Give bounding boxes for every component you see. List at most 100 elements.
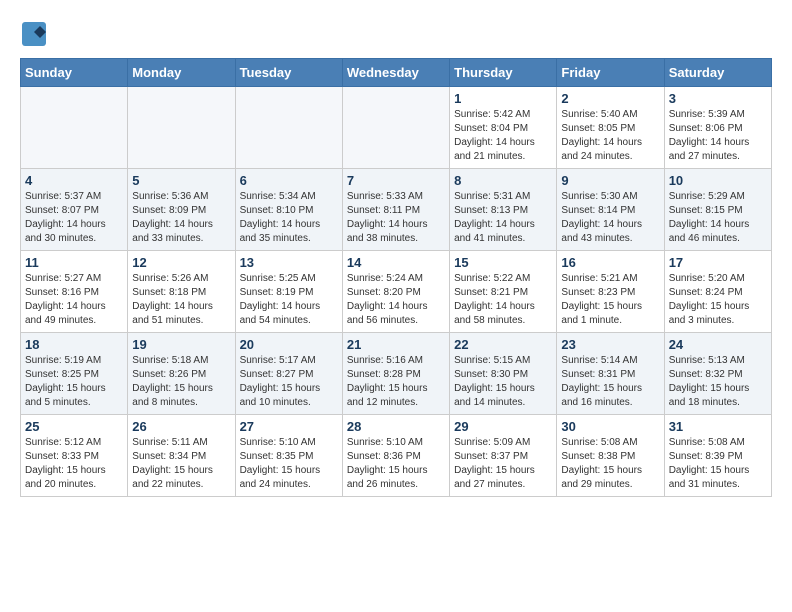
calendar-day-cell: 12 Sunrise: 5:26 AM Sunset: 8:18 PM Dayli… xyxy=(128,251,235,333)
day-info: Sunrise: 5:08 AM Sunset: 8:39 PM Dayligh… xyxy=(669,436,767,492)
day-info: Sunrise: 5:21 AM Sunset: 8:23 PM Dayligh… xyxy=(561,272,659,328)
calendar-day-cell: 20 Sunrise: 5:17 AM Sunset: 8:27 PM Dayli… xyxy=(235,333,342,415)
calendar-day-cell xyxy=(342,87,449,169)
day-info: Sunrise: 5:17 AM Sunset: 8:27 PM Dayligh… xyxy=(240,354,338,410)
calendar-day-cell xyxy=(235,87,342,169)
calendar-day-cell: 24Sunrise: 5:13 AM Sunset: 8:32 PM Dayli… xyxy=(664,333,771,415)
day-number: 19 xyxy=(132,337,230,352)
calendar-day-cell: 17 Sunrise: 5:20 AM Sunset: 8:24 PM Dayli… xyxy=(664,251,771,333)
day-info: Sunrise: 5:19 AM Sunset: 8:25 PM Dayligh… xyxy=(25,354,123,410)
day-info: Sunrise: 5:08 AM Sunset: 8:38 PM Dayligh… xyxy=(561,436,659,492)
day-number: 26 xyxy=(132,419,230,434)
day-number: 28 xyxy=(347,419,445,434)
calendar-day-cell: 16 Sunrise: 5:21 AM Sunset: 8:23 PM Dayli… xyxy=(557,251,664,333)
calendar-week-row: 4 Sunrise: 5:37 AM Sunset: 8:07 PM Daylig… xyxy=(21,169,772,251)
calendar-day-cell xyxy=(21,87,128,169)
calendar-day-cell: 19 Sunrise: 5:18 AM Sunset: 8:26 PM Dayli… xyxy=(128,333,235,415)
day-number: 4 xyxy=(25,173,123,188)
day-info: Sunrise: 5:30 AM Sunset: 8:14 PM Dayligh… xyxy=(561,190,659,246)
calendar-day-cell: 27Sunrise: 5:10 AM Sunset: 8:35 PM Dayli… xyxy=(235,415,342,497)
day-info: Sunrise: 5:25 AM Sunset: 8:19 PM Dayligh… xyxy=(240,272,338,328)
calendar-week-row: 1 Sunrise: 5:42 AM Sunset: 8:04 PM Daylig… xyxy=(21,87,772,169)
day-info: Sunrise: 5:14 AM Sunset: 8:31 PM Dayligh… xyxy=(561,354,659,410)
page-header xyxy=(20,20,772,48)
day-number: 22 xyxy=(454,337,552,352)
day-of-week-header: Friday xyxy=(557,59,664,87)
day-info: Sunrise: 5:33 AM Sunset: 8:11 PM Dayligh… xyxy=(347,190,445,246)
calendar-day-cell: 3 Sunrise: 5:39 AM Sunset: 8:06 PM Daylig… xyxy=(664,87,771,169)
calendar-day-cell: 30 Sunrise: 5:08 AM Sunset: 8:38 PM Dayli… xyxy=(557,415,664,497)
calendar-day-cell: 5Sunrise: 5:36 AM Sunset: 8:09 PM Daylig… xyxy=(128,169,235,251)
calendar-day-cell: 28 Sunrise: 5:10 AM Sunset: 8:36 PM Dayli… xyxy=(342,415,449,497)
day-info: Sunrise: 5:22 AM Sunset: 8:21 PM Dayligh… xyxy=(454,272,552,328)
day-info: Sunrise: 5:26 AM Sunset: 8:18 PM Dayligh… xyxy=(132,272,230,328)
day-of-week-header: Sunday xyxy=(21,59,128,87)
day-number: 8 xyxy=(454,173,552,188)
day-number: 18 xyxy=(25,337,123,352)
calendar-day-cell: 8 Sunrise: 5:31 AM Sunset: 8:13 PM Daylig… xyxy=(450,169,557,251)
day-number: 9 xyxy=(561,173,659,188)
calendar-table: SundayMondayTuesdayWednesdayThursdayFrid… xyxy=(20,58,772,497)
day-info: Sunrise: 5:18 AM Sunset: 8:26 PM Dayligh… xyxy=(132,354,230,410)
day-number: 21 xyxy=(347,337,445,352)
day-info: Sunrise: 5:27 AM Sunset: 8:16 PM Dayligh… xyxy=(25,272,123,328)
day-number: 17 xyxy=(669,255,767,270)
calendar-header-row: SundayMondayTuesdayWednesdayThursdayFrid… xyxy=(21,59,772,87)
day-info: Sunrise: 5:40 AM Sunset: 8:05 PM Dayligh… xyxy=(561,108,659,164)
day-info: Sunrise: 5:10 AM Sunset: 8:35 PM Dayligh… xyxy=(240,436,338,492)
day-number: 15 xyxy=(454,255,552,270)
day-info: Sunrise: 5:37 AM Sunset: 8:07 PM Dayligh… xyxy=(25,190,123,246)
calendar-day-cell: 7 Sunrise: 5:33 AM Sunset: 8:11 PM Daylig… xyxy=(342,169,449,251)
day-number: 31 xyxy=(669,419,767,434)
day-info: Sunrise: 5:29 AM Sunset: 8:15 PM Dayligh… xyxy=(669,190,767,246)
logo xyxy=(20,20,52,48)
day-number: 5 xyxy=(132,173,230,188)
day-info: Sunrise: 5:11 AM Sunset: 8:34 PM Dayligh… xyxy=(132,436,230,492)
day-number: 11 xyxy=(25,255,123,270)
day-number: 23 xyxy=(561,337,659,352)
day-number: 16 xyxy=(561,255,659,270)
calendar-day-cell: 23 Sunrise: 5:14 AM Sunset: 8:31 PM Dayli… xyxy=(557,333,664,415)
day-info: Sunrise: 5:12 AM Sunset: 8:33 PM Dayligh… xyxy=(25,436,123,492)
day-info: Sunrise: 5:34 AM Sunset: 8:10 PM Dayligh… xyxy=(240,190,338,246)
day-number: 6 xyxy=(240,173,338,188)
calendar-week-row: 18 Sunrise: 5:19 AM Sunset: 8:25 PM Dayli… xyxy=(21,333,772,415)
day-of-week-header: Wednesday xyxy=(342,59,449,87)
day-number: 10 xyxy=(669,173,767,188)
day-info: Sunrise: 5:10 AM Sunset: 8:36 PM Dayligh… xyxy=(347,436,445,492)
calendar-day-cell: 10 Sunrise: 5:29 AM Sunset: 8:15 PM Dayli… xyxy=(664,169,771,251)
calendar-day-cell: 14Sunrise: 5:24 AM Sunset: 8:20 PM Dayli… xyxy=(342,251,449,333)
day-number: 7 xyxy=(347,173,445,188)
day-number: 20 xyxy=(240,337,338,352)
calendar-day-cell: 15 Sunrise: 5:22 AM Sunset: 8:21 PM Dayli… xyxy=(450,251,557,333)
calendar-day-cell: 1 Sunrise: 5:42 AM Sunset: 8:04 PM Daylig… xyxy=(450,87,557,169)
calendar-day-cell: 6 Sunrise: 5:34 AM Sunset: 8:10 PM Daylig… xyxy=(235,169,342,251)
day-info: Sunrise: 5:09 AM Sunset: 8:37 PM Dayligh… xyxy=(454,436,552,492)
day-info: Sunrise: 5:39 AM Sunset: 8:06 PM Dayligh… xyxy=(669,108,767,164)
day-info: Sunrise: 5:42 AM Sunset: 8:04 PM Dayligh… xyxy=(454,108,552,164)
day-number: 29 xyxy=(454,419,552,434)
day-info: Sunrise: 5:24 AM Sunset: 8:20 PM Dayligh… xyxy=(347,272,445,328)
day-info: Sunrise: 5:20 AM Sunset: 8:24 PM Dayligh… xyxy=(669,272,767,328)
day-number: 24 xyxy=(669,337,767,352)
calendar-day-cell xyxy=(128,87,235,169)
day-number: 1 xyxy=(454,91,552,106)
day-number: 25 xyxy=(25,419,123,434)
day-number: 3 xyxy=(669,91,767,106)
calendar-week-row: 11 Sunrise: 5:27 AM Sunset: 8:16 PM Dayli… xyxy=(21,251,772,333)
calendar-day-cell: 26 Sunrise: 5:11 AM Sunset: 8:34 PM Dayli… xyxy=(128,415,235,497)
calendar-day-cell: 4 Sunrise: 5:37 AM Sunset: 8:07 PM Daylig… xyxy=(21,169,128,251)
day-info: Sunrise: 5:31 AM Sunset: 8:13 PM Dayligh… xyxy=(454,190,552,246)
calendar-day-cell: 22Sunrise: 5:15 AM Sunset: 8:30 PM Dayli… xyxy=(450,333,557,415)
calendar-day-cell: 18 Sunrise: 5:19 AM Sunset: 8:25 PM Dayli… xyxy=(21,333,128,415)
day-number: 30 xyxy=(561,419,659,434)
calendar-day-cell: 9 Sunrise: 5:30 AM Sunset: 8:14 PM Daylig… xyxy=(557,169,664,251)
day-of-week-header: Monday xyxy=(128,59,235,87)
day-info: Sunrise: 5:16 AM Sunset: 8:28 PM Dayligh… xyxy=(347,354,445,410)
calendar-day-cell: 13Sunrise: 5:25 AM Sunset: 8:19 PM Dayli… xyxy=(235,251,342,333)
calendar-day-cell: 21 Sunrise: 5:16 AM Sunset: 8:28 PM Dayli… xyxy=(342,333,449,415)
day-number: 12 xyxy=(132,255,230,270)
logo-icon xyxy=(20,20,48,48)
day-of-week-header: Thursday xyxy=(450,59,557,87)
calendar-day-cell: 2Sunrise: 5:40 AM Sunset: 8:05 PM Daylig… xyxy=(557,87,664,169)
